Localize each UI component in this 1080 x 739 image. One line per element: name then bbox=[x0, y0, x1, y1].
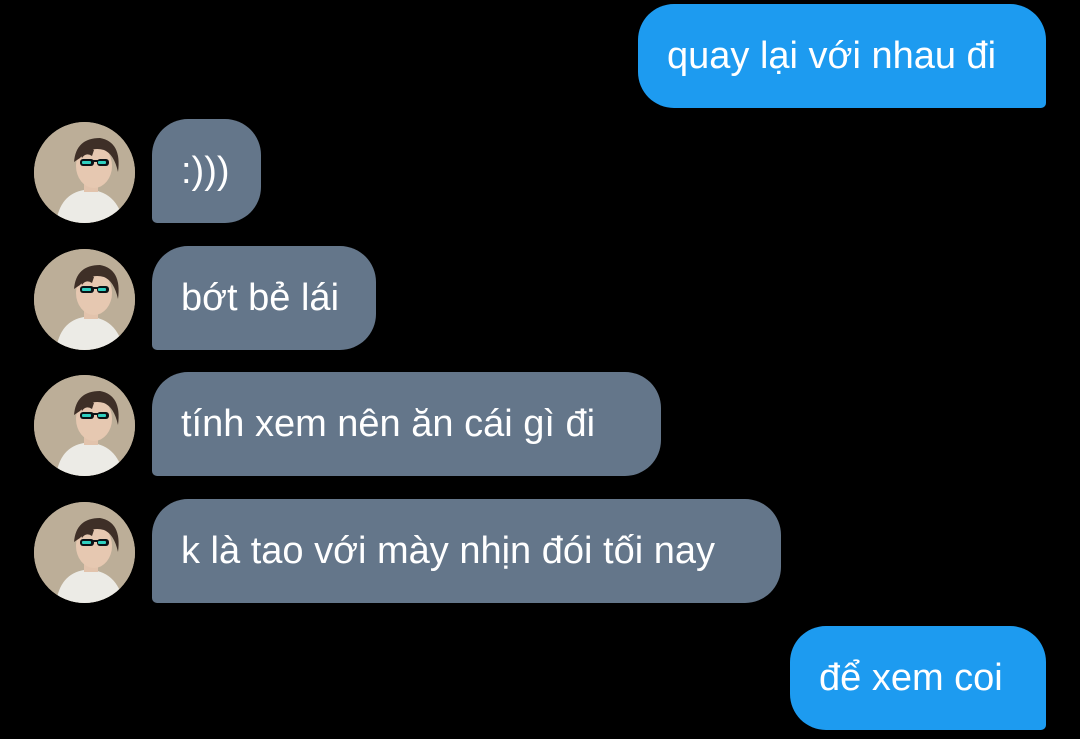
incoming-message-bubble[interactable]: bớt bẻ lái bbox=[152, 246, 376, 350]
message-text: k là tao với mày nhịn đói tối nay bbox=[181, 530, 715, 572]
contact-avatar[interactable] bbox=[34, 502, 135, 603]
message-text: quay lại với nhau đi bbox=[667, 35, 997, 77]
message-text: để xem coi bbox=[819, 657, 1003, 699]
contact-avatar[interactable] bbox=[34, 249, 135, 350]
contact-avatar[interactable] bbox=[34, 122, 135, 223]
outgoing-message-bubble[interactable]: quay lại với nhau đi bbox=[638, 4, 1046, 108]
incoming-message-bubble[interactable]: :))) bbox=[152, 119, 261, 223]
chat-thread: quay lại với nhau đi :))) bớt bẻ lái tín… bbox=[0, 0, 1080, 739]
avatar-icon bbox=[34, 249, 135, 350]
message-text: tính xem nên ăn cái gì đi bbox=[181, 403, 596, 445]
message-text: :))) bbox=[181, 150, 230, 192]
avatar-icon bbox=[34, 502, 135, 603]
incoming-message-bubble[interactable]: k là tao với mày nhịn đói tối nay bbox=[152, 499, 781, 603]
outgoing-message-bubble[interactable]: để xem coi bbox=[790, 626, 1046, 730]
incoming-message-bubble[interactable]: tính xem nên ăn cái gì đi bbox=[152, 372, 661, 476]
avatar-icon bbox=[34, 122, 135, 223]
message-text: bớt bẻ lái bbox=[181, 277, 340, 319]
contact-avatar[interactable] bbox=[34, 375, 135, 476]
avatar-icon bbox=[34, 375, 135, 476]
